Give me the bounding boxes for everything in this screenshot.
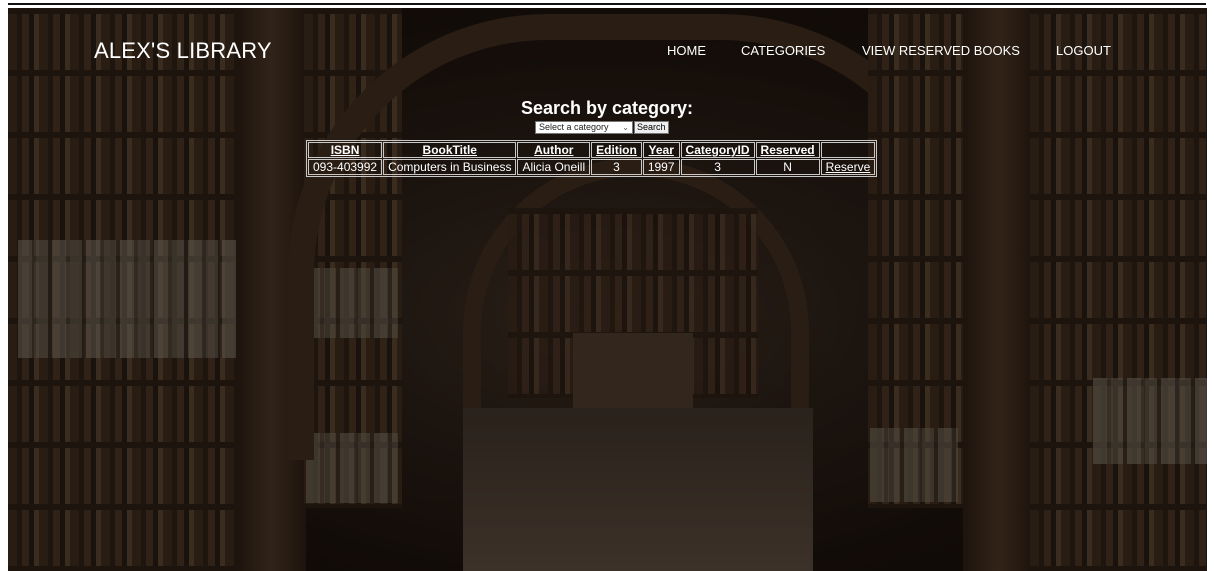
- category-select-value: Select a category: [539, 122, 609, 132]
- search-heading: Search by category:: [520, 98, 694, 118]
- reserve-link[interactable]: Reserve: [826, 160, 871, 174]
- results-table: ISBN BookTitle Author Edition Year Categ…: [306, 140, 878, 177]
- header-author[interactable]: Author: [517, 142, 591, 158]
- header-action: [820, 142, 876, 158]
- nav-logout-link[interactable]: LOGOUT: [1056, 43, 1111, 58]
- header-year[interactable]: Year: [642, 142, 680, 158]
- chevron-down-icon: ⌄: [622, 123, 629, 132]
- site-title[interactable]: ALEX'S LIBRARY: [94, 38, 272, 64]
- nav-categories-link[interactable]: CATEGORIES: [741, 43, 825, 58]
- nav-home-link[interactable]: HOME: [667, 43, 706, 58]
- cell-categoryid: 3: [680, 159, 755, 175]
- cell-reserved: N: [755, 159, 820, 175]
- category-select[interactable]: Select a category ⌄: [535, 121, 633, 134]
- table-header-row: ISBN BookTitle Author Edition Year Categ…: [308, 142, 876, 158]
- header-edition[interactable]: Edition: [591, 142, 642, 158]
- top-border: [8, 3, 1206, 5]
- cell-isbn: 093-403992: [308, 159, 383, 175]
- search-button[interactable]: Search: [634, 121, 669, 134]
- cell-action: Reserve: [820, 159, 876, 175]
- table-row: 093-403992 Computers in Business Alicia …: [308, 159, 876, 175]
- cell-author: Alicia Oneill: [517, 159, 591, 175]
- library-background-image: [8, 8, 1207, 571]
- cell-booktitle: Computers in Business: [383, 159, 517, 175]
- header-categoryid[interactable]: CategoryID: [680, 142, 755, 158]
- header-reserved[interactable]: Reserved: [755, 142, 820, 158]
- header-isbn[interactable]: ISBN: [308, 142, 383, 158]
- header-booktitle[interactable]: BookTitle: [383, 142, 517, 158]
- cell-year: 1997: [642, 159, 680, 175]
- nav-reserved-books-link[interactable]: VIEW RESERVED BOOKS: [862, 43, 1020, 58]
- category-search-form: Select a category ⌄ Search: [535, 121, 669, 135]
- cell-edition: 3: [591, 159, 642, 175]
